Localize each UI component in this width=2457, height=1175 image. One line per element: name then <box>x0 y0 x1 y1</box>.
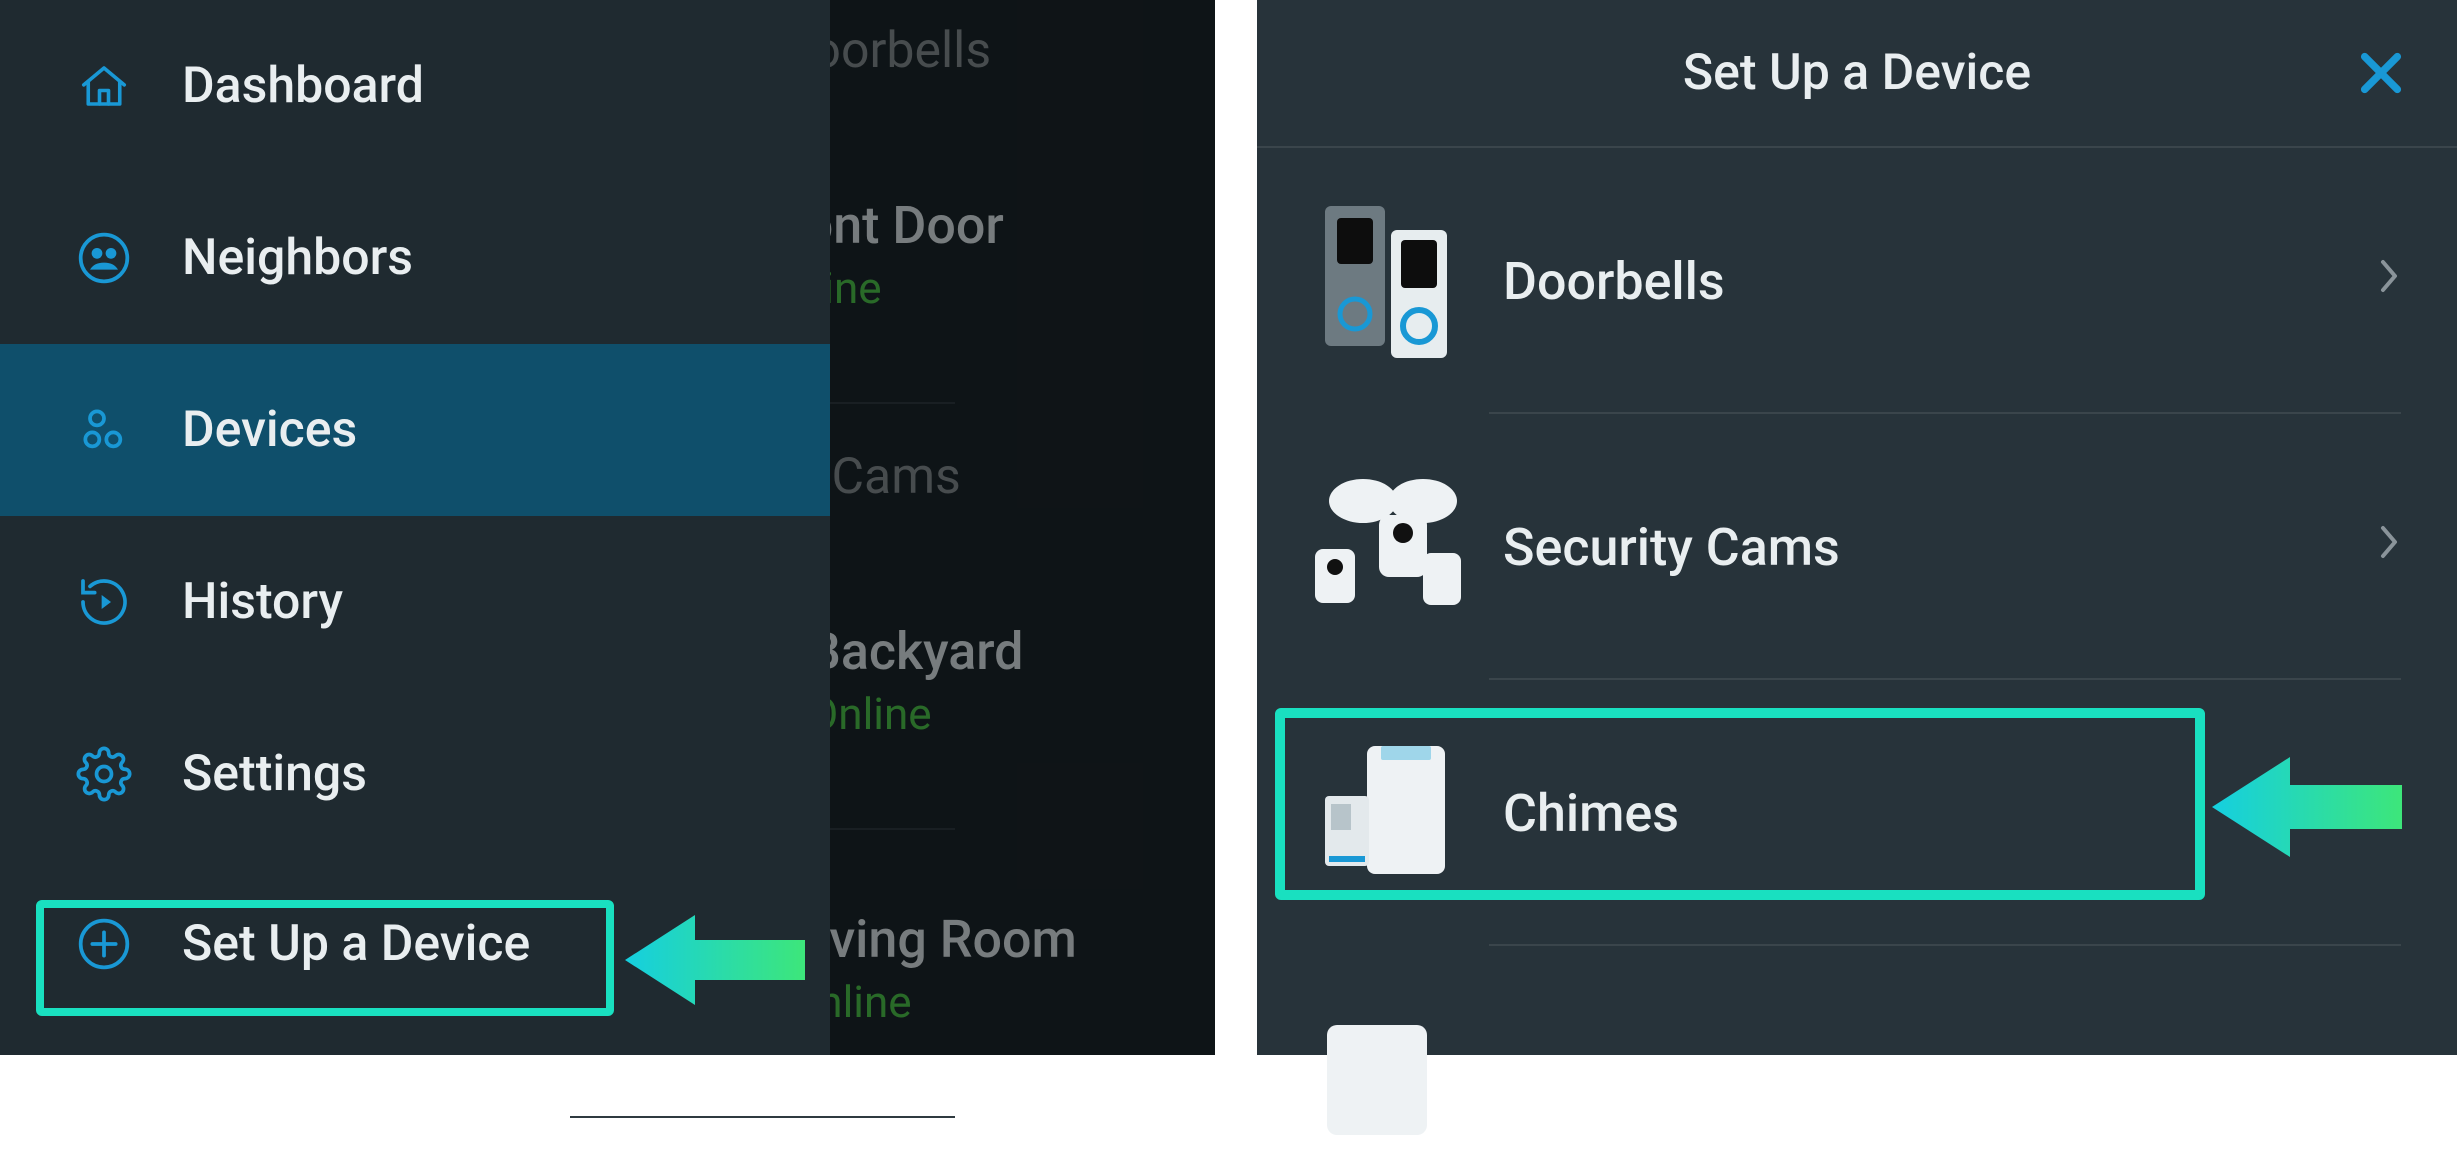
screenshot-divider <box>1215 0 1257 1055</box>
sidebar-item-label: Set Up a Device <box>182 915 530 973</box>
sidebar-item-settings[interactable]: Settings <box>0 688 830 860</box>
close-icon <box>2353 45 2409 101</box>
device-name: Living Room <box>788 909 1077 970</box>
plus-circle-icon <box>74 914 134 974</box>
category-peek <box>1297 1005 1477 1175</box>
device-status: Online <box>808 688 1023 740</box>
sidebar-item-devices[interactable]: Devices <box>0 344 830 516</box>
setup-title: Set Up a Device <box>1683 44 2031 102</box>
sidebar-item-history[interactable]: History <box>0 516 830 688</box>
doorbells-image <box>1297 196 1477 366</box>
category-list: Doorbells Security Cams <box>1257 148 2457 946</box>
category-label: Chimes <box>1503 783 2377 844</box>
category-doorbells[interactable]: Doorbells <box>1257 148 2457 414</box>
sidebar-item-label: Settings <box>182 745 367 803</box>
sidebar-item-setup-device[interactable]: Set Up a Device <box>0 860 830 1028</box>
chimes-image <box>1297 728 1477 898</box>
devices-icon <box>74 400 134 460</box>
sidebar-item-label: Dashboard <box>182 57 424 115</box>
security-cams-image <box>1297 462 1477 632</box>
screenshot-left: Video Doorbells Front Door Online Securi… <box>0 0 1215 1055</box>
sidebar-item-label: Neighbors <box>182 229 413 287</box>
setup-header: Set Up a Device <box>1257 0 2457 148</box>
screenshot-right: Set Up a Device Doorbells <box>1257 0 2457 1055</box>
sidebar-item-label: Devices <box>182 401 357 459</box>
device-status: Online <box>788 976 1077 1028</box>
category-label: Doorbells <box>1503 251 2377 312</box>
device-list-backdrop: Video Doorbells Front Door Online Securi… <box>830 0 1215 1055</box>
chevron-right-icon <box>2377 788 2401 838</box>
chevron-right-icon <box>2377 256 2401 306</box>
sidebar-nav: Dashboard Neighbors Devices History Sett… <box>0 0 830 1055</box>
sidebar-item-dashboard[interactable]: Dashboard <box>0 0 830 172</box>
category-chimes[interactable]: Chimes <box>1257 680 2457 946</box>
neighbors-icon <box>74 228 134 288</box>
device-name: Backyard <box>808 621 1023 682</box>
home-icon <box>74 56 134 116</box>
sidebar-item-label: History <box>182 573 343 631</box>
sidebar-item-neighbors[interactable]: Neighbors <box>0 172 830 344</box>
category-security-cams[interactable]: Security Cams <box>1257 414 2457 680</box>
gear-icon <box>74 744 134 804</box>
history-icon <box>74 572 134 632</box>
category-label: Security Cams <box>1503 517 2377 578</box>
close-button[interactable] <box>2349 41 2413 105</box>
chevron-right-icon <box>2377 522 2401 572</box>
